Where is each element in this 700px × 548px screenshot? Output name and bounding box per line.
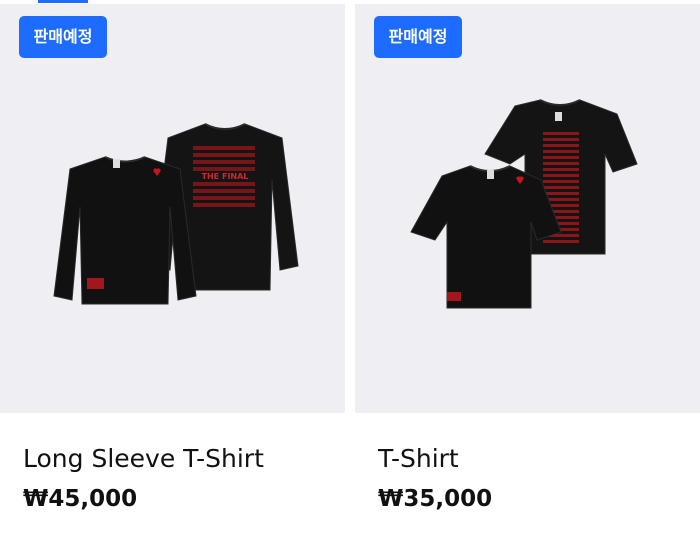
product-price: ₩45,000 bbox=[23, 486, 138, 512]
long-sleeve-shirt-image: THE FINAL bbox=[53, 123, 299, 305]
presale-badge: 판매예정 bbox=[374, 16, 462, 58]
product-name[interactable]: Long Sleeve T-Shirt bbox=[23, 444, 264, 473]
back-print-text: THE FINAL bbox=[202, 172, 249, 181]
product-thumbnail[interactable]: THE FINAL 판매예정 bbox=[0, 4, 345, 413]
product-price: ₩35,000 bbox=[378, 486, 493, 512]
shirt-front-view bbox=[410, 165, 562, 309]
product-card-tshirt[interactable]: 판매예정 T-Shirt ₩35,000 bbox=[355, 4, 700, 548]
presale-badge: 판매예정 bbox=[19, 16, 107, 58]
tshirt-image bbox=[410, 99, 638, 309]
product-card-long-sleeve[interactable]: THE FINAL 판매예정 Long Sleeve T-Shirt ₩45,0… bbox=[0, 4, 345, 548]
product-grid: THE FINAL 판매예정 Long Sleeve T-Shirt ₩45,0… bbox=[0, 0, 700, 548]
shirt-front-view bbox=[53, 156, 197, 305]
product-thumbnail[interactable]: 판매예정 bbox=[355, 4, 700, 413]
product-name[interactable]: T-Shirt bbox=[378, 444, 459, 473]
active-tab-indicator bbox=[38, 0, 88, 3]
